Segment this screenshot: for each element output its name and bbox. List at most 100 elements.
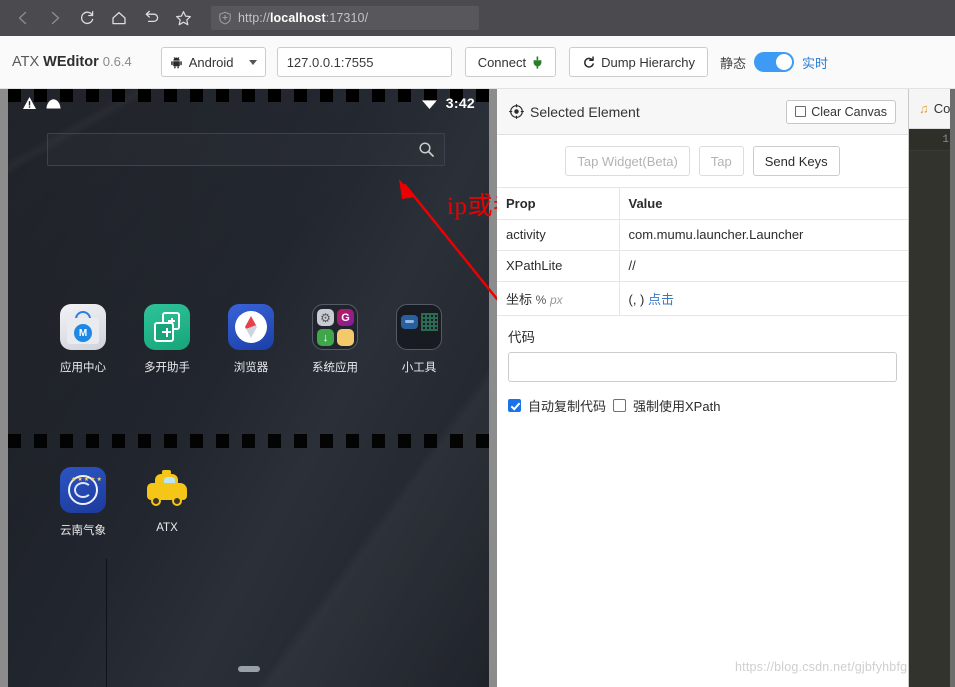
table-header-row: Prop Value — [497, 188, 908, 220]
android-statusbar: 3:42 — [8, 89, 489, 117]
app-label: 小工具 — [401, 362, 437, 374]
app-label: 浏览器 — [233, 362, 269, 374]
platform-select-label: Android — [188, 54, 234, 70]
statusbar-left — [22, 96, 62, 110]
connect-button[interactable]: Connect — [464, 47, 557, 77]
inspector-options: 自动复制代码 强制使用XPath — [497, 382, 908, 415]
plug-icon — [533, 56, 542, 69]
auto-copy-code-checkbox[interactable] — [508, 398, 521, 412]
app-icon-atx[interactable]: ATX — [136, 467, 198, 538]
platform-select[interactable]: Android — [160, 47, 266, 77]
undo-button[interactable] — [136, 3, 166, 33]
clear-canvas-button[interactable]: Clear Canvas — [786, 99, 896, 124]
forward-button[interactable] — [40, 3, 70, 33]
multi-open-assistant-icon — [144, 304, 190, 350]
browser-toolbar: http://localhost:17310/ — [0, 0, 955, 36]
row-value: // — [619, 250, 908, 282]
tools-folder-icon — [396, 304, 442, 350]
properties-table-head: Prop Value — [497, 188, 908, 220]
home-search-bar[interactable] — [47, 133, 445, 166]
tap-widget-label: Tap Widget(Beta) — [577, 153, 678, 169]
browser-compass-icon — [228, 304, 274, 350]
bookmark-button[interactable] — [168, 3, 198, 33]
force-xpath-label[interactable]: 强制使用XPath — [633, 396, 720, 415]
reload-button[interactable] — [72, 3, 102, 33]
row-prop-coordinates: 坐标 % px — [497, 281, 620, 316]
browser-nav-icons — [0, 3, 198, 33]
header-value: Value — [619, 188, 908, 220]
home-button[interactable] — [104, 3, 134, 33]
app-label: 应用中心 — [60, 362, 106, 374]
app-icon-browser[interactable]: 浏览器 — [220, 304, 282, 375]
warning-triangle-icon — [23, 97, 36, 109]
row-prop: activity — [497, 219, 620, 251]
app-label: 云南气象 — [60, 525, 106, 537]
search-icon — [419, 142, 434, 157]
device-address-input[interactable] — [276, 47, 452, 77]
tap-label: Tap — [710, 153, 732, 169]
coord-click-link[interactable]: 点击 — [648, 292, 674, 307]
android-icon — [170, 56, 182, 68]
url-scheme: http:// — [238, 11, 270, 25]
app-brand: ATX WEditor 0.6.4 — [12, 54, 132, 70]
code-tab-label: Co — [933, 101, 951, 116]
atx-taxi-icon — [144, 467, 190, 513]
coord-value: (, ) — [628, 291, 645, 307]
hierarchy-overlay-band — [8, 434, 489, 448]
auto-copy-code-label[interactable]: 自动复制代码 — [528, 396, 606, 415]
wallpaper — [8, 89, 489, 687]
app-root: http://localhost:17310/ ATX WEditor 0.6.… — [0, 0, 955, 687]
yunnan-weather-icon: ★★★★★ — [60, 467, 106, 513]
coord-prop-percent[interactable]: % — [536, 293, 547, 307]
app-icon-tools[interactable]: 小工具 — [388, 304, 450, 375]
music-note-icon: ♫ — [919, 101, 929, 116]
app-center-icon — [60, 304, 106, 350]
inspector-header: Selected Element Clear Canvas — [497, 89, 908, 135]
app-icon-system-apps[interactable]: 系统应用 — [304, 304, 366, 375]
properties-table: Prop Value activity com.mumu.launcher.La… — [497, 188, 908, 316]
row-prop: XPathLite — [497, 250, 620, 282]
statusbar-clock: 3:42 — [445, 95, 475, 111]
brand-prefix: ATX — [12, 54, 44, 70]
wifi-icon — [421, 99, 437, 109]
send-keys-button[interactable]: Send Keys — [752, 146, 840, 176]
connect-button-label: Connect — [477, 54, 527, 70]
app-label: ATX — [156, 522, 178, 534]
dump-hierarchy-label: Dump Hierarchy — [601, 54, 696, 70]
header-prop: Prop — [497, 188, 620, 220]
home-app-row-1: 应用中心 多开助手 浏览器 — [52, 304, 450, 375]
send-keys-label: Send Keys — [764, 153, 828, 169]
app-icon-app-center[interactable]: 应用中心 — [52, 304, 114, 375]
tap-widget-button[interactable]: Tap Widget(Beta) — [565, 146, 690, 176]
coord-prop-px[interactable]: px — [550, 293, 563, 307]
coord-prop-main: 坐标 — [506, 291, 533, 307]
url-rest: :17310/ — [325, 11, 369, 25]
address-bar[interactable]: http://localhost:17310/ — [211, 6, 479, 30]
back-button[interactable] — [8, 3, 38, 33]
app-label: 系统应用 — [312, 362, 358, 374]
target-crosshair-icon — [509, 104, 524, 119]
checkbox-icon — [795, 106, 807, 117]
realtime-toggle[interactable] — [754, 52, 795, 72]
properties-table-body: activity com.mumu.launcher.Launcher XPat… — [497, 219, 908, 316]
hierarchy-overlay-divider — [106, 559, 107, 687]
dump-hierarchy-button[interactable]: Dump Hierarchy — [569, 47, 709, 77]
undo-arrow-icon — [145, 10, 159, 23]
chevron-left-icon — [18, 11, 27, 25]
chevron-down-icon — [248, 59, 257, 65]
code-output-box[interactable] — [508, 351, 897, 382]
code-editor-scrollbar[interactable] — [950, 89, 955, 687]
code-editor-tab[interactable]: ♫ Co — [909, 89, 955, 129]
tap-button[interactable]: Tap — [698, 146, 744, 176]
force-xpath-checkbox[interactable] — [613, 398, 627, 412]
table-row: XPathLite // — [497, 250, 908, 282]
code-editor-area[interactable] — [909, 151, 955, 687]
star-icon — [175, 10, 191, 25]
app-icon-multi-open[interactable]: 多开助手 — [136, 304, 198, 375]
toggle-realtime-label: 实时 — [802, 55, 829, 71]
app-icon-yunnan-weather[interactable]: ★★★★★ 云南气象 — [52, 467, 114, 538]
system-apps-folder-icon — [312, 304, 358, 350]
url-host: localhost — [269, 11, 326, 25]
home-indicator — [237, 666, 260, 672]
phone-screen[interactable]: 3:42 应用中心 — [8, 89, 489, 687]
